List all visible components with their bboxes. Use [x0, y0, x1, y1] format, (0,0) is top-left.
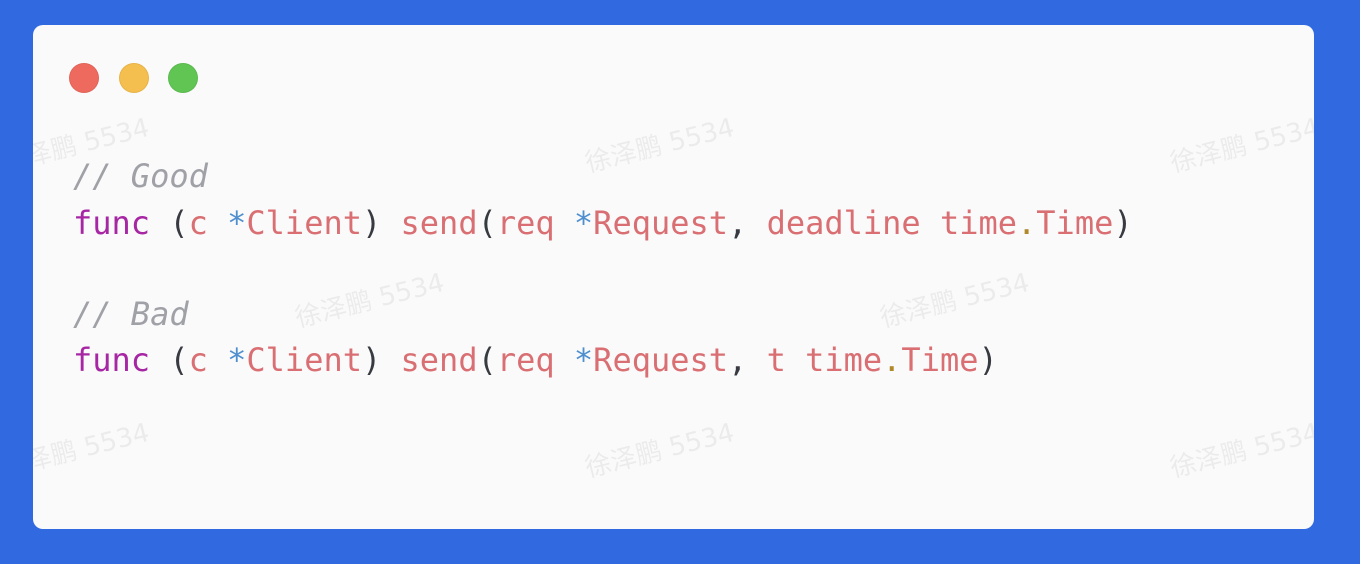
code-window: // Good func (c *Client) send(req *Reque… [33, 25, 1314, 529]
param-type: Request [593, 204, 729, 242]
function-name: send [400, 341, 478, 379]
paren: ) [1113, 204, 1133, 242]
package-name: time [805, 341, 883, 379]
paren: ( [477, 204, 497, 242]
watermark: 徐泽鹏 5534 [582, 417, 738, 484]
code-line-good: func (c *Client) send(req *Request, dead… [73, 201, 1133, 245]
keyword-func: func [73, 204, 151, 242]
pointer-star: * [227, 341, 247, 379]
zoom-button[interactable] [168, 63, 198, 93]
param-req: req [496, 341, 555, 379]
receiver-name: c [188, 204, 208, 242]
watermark: 徐泽鹏 5534 [292, 267, 448, 334]
comment-bad: // Bad [73, 295, 189, 333]
dot: . [882, 341, 902, 379]
paren: ) [978, 341, 998, 379]
watermark: 徐泽鹏 5534 [33, 417, 153, 484]
package-name: time [939, 204, 1018, 242]
param-t: t [766, 341, 786, 379]
paren: ) [361, 204, 382, 242]
comment-good: // Good [73, 157, 208, 195]
comma: , [728, 204, 748, 242]
receiver-name: c [188, 341, 208, 379]
watermark: 徐泽鹏 5534 [1167, 417, 1314, 484]
comma: , [728, 341, 748, 379]
pointer-star: * [573, 204, 594, 242]
keyword-func: func [73, 341, 151, 379]
param-type: Request [593, 341, 729, 379]
watermark: 徐泽鹏 5534 [877, 267, 1033, 334]
type-name: Time [901, 341, 979, 379]
pointer-star: * [227, 204, 247, 242]
function-name: send [400, 204, 478, 242]
code-line-bad: func (c *Client) send(req *Request, t ti… [73, 338, 998, 382]
receiver-type: Client [246, 341, 362, 379]
param-req: req [496, 204, 555, 242]
watermark: 徐泽鹏 5534 [582, 112, 738, 179]
receiver-type: Client [246, 204, 362, 242]
code-block: // Good func (c *Client) send(req *Reque… [73, 25, 1133, 379]
watermark: 徐泽鹏 5534 [1167, 112, 1314, 179]
type-name: Time [1036, 204, 1114, 242]
param-deadline: deadline [766, 204, 921, 242]
pointer-star: * [573, 341, 594, 379]
paren: ( [477, 341, 497, 379]
paren: ) [361, 341, 382, 379]
paren: ( [150, 341, 189, 379]
paren: ( [150, 204, 189, 242]
dot: . [1017, 204, 1037, 242]
